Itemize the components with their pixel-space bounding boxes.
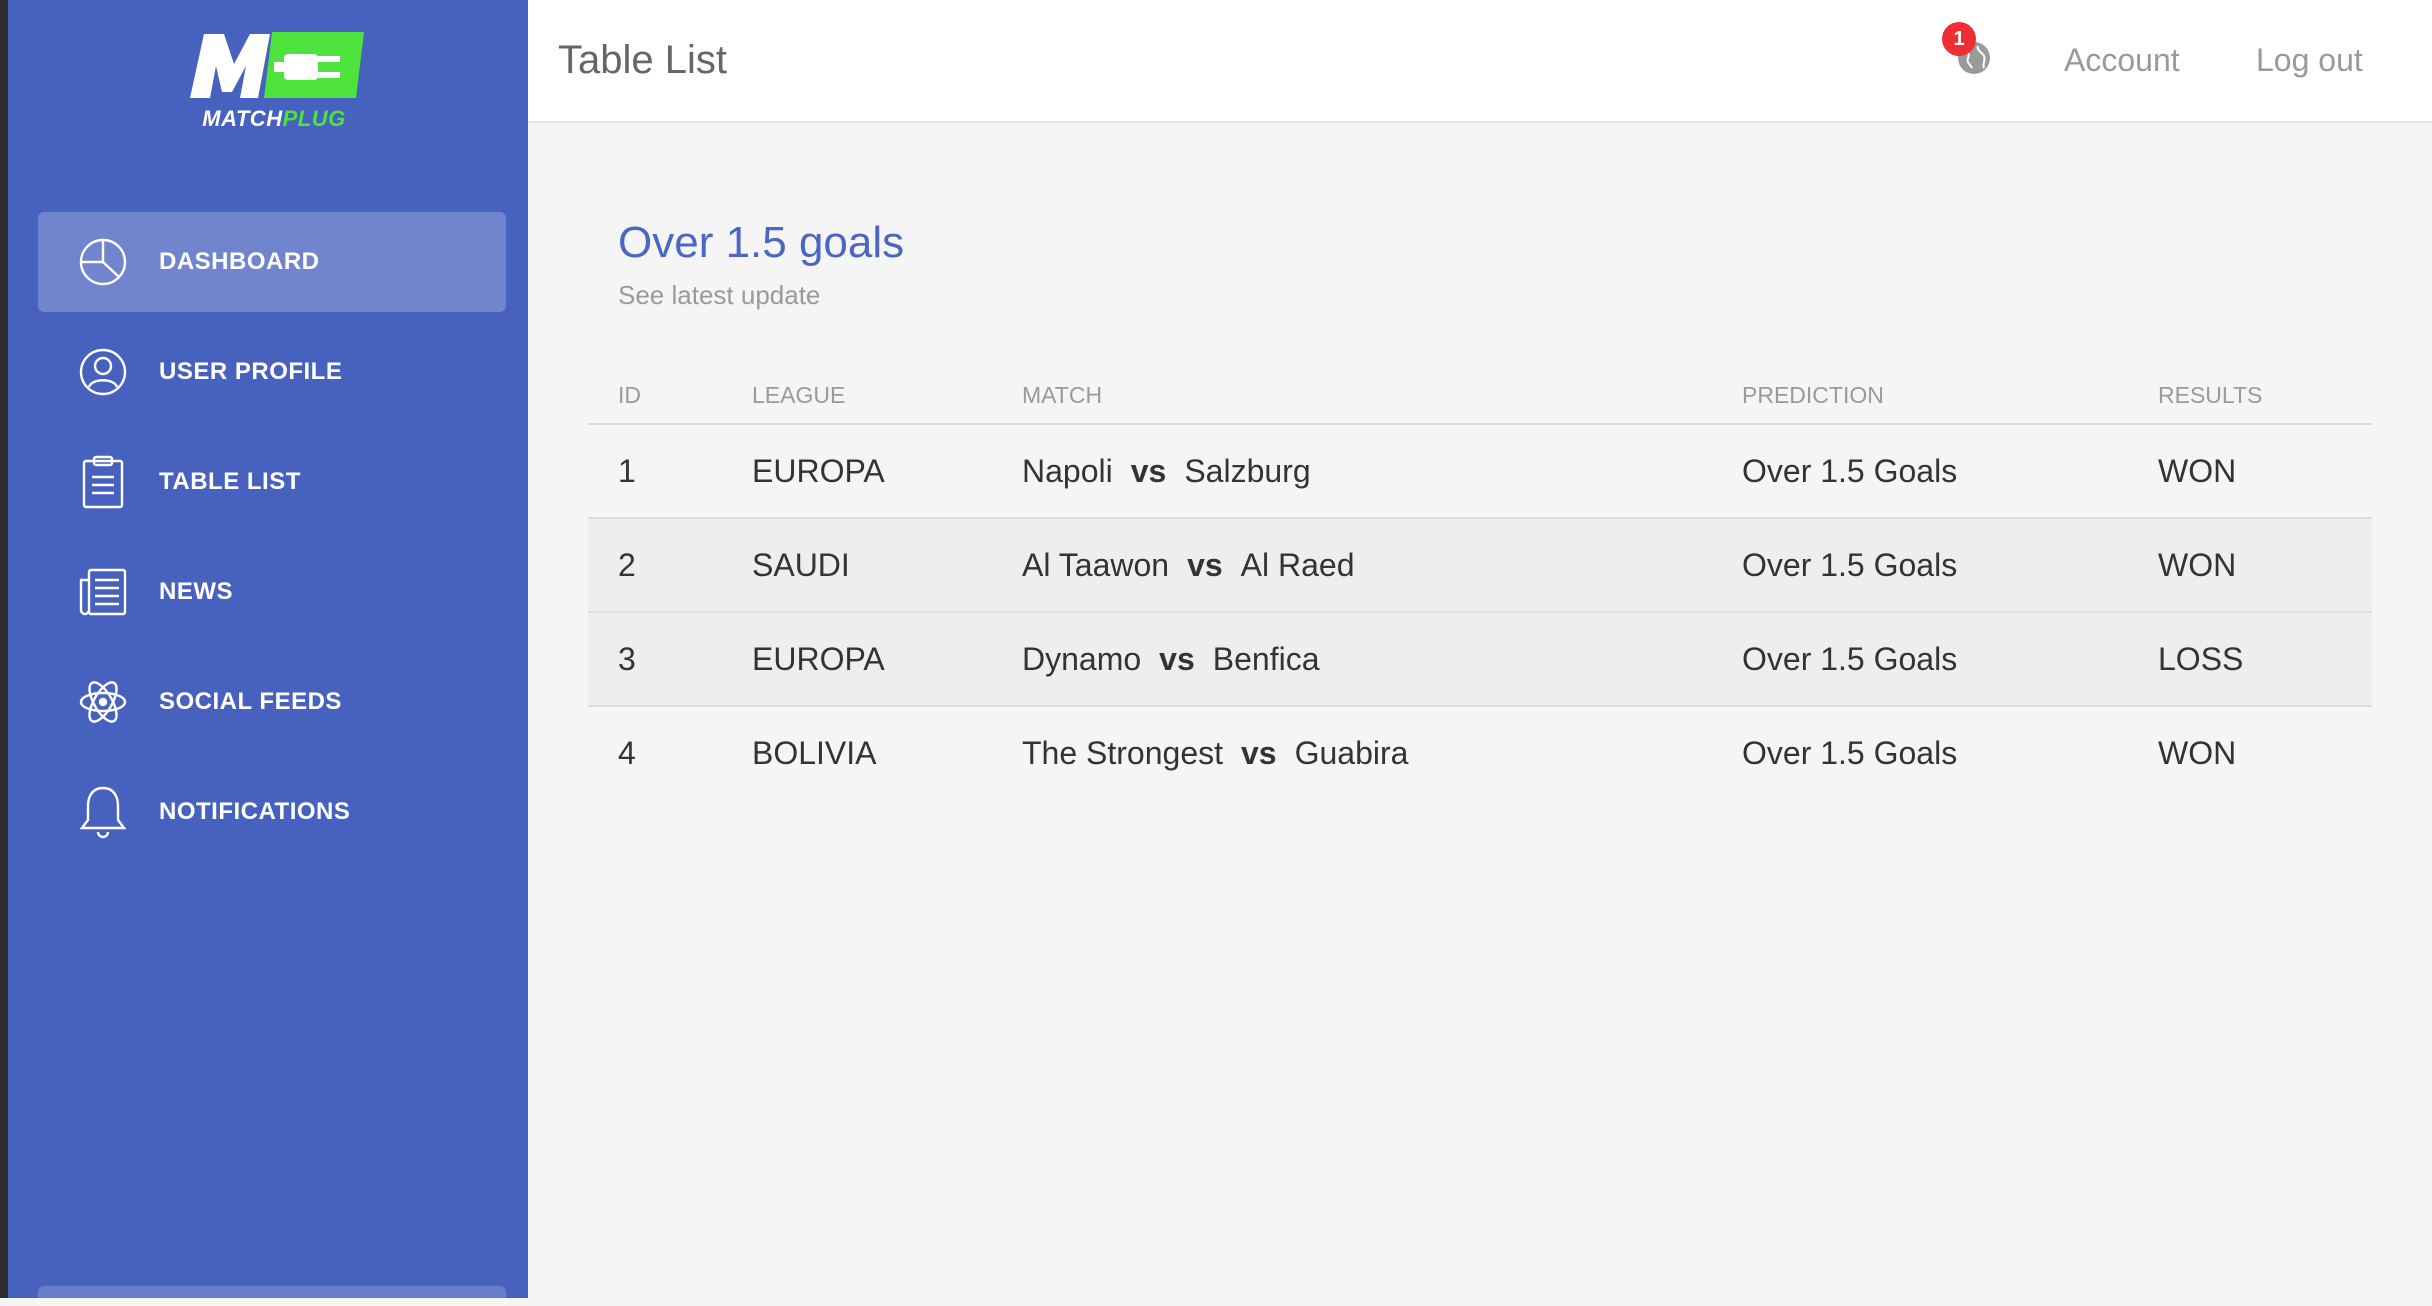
newspaper-icon — [73, 562, 133, 622]
vs-label: vs — [1241, 735, 1277, 771]
app-window: MATCHPLUG DASHBOARD USER PROFILE TABLE L… — [0, 0, 2432, 1306]
logout-link[interactable]: Log out — [2256, 42, 2363, 79]
sidebar-footer-item[interactable] — [38, 1286, 506, 1306]
notification-badge[interactable]: 1 — [1942, 22, 1976, 56]
bell-icon — [73, 782, 133, 842]
cell-league: EUROPA — [722, 424, 992, 519]
cell-match: The Strongest vs Guabira — [992, 706, 1712, 800]
cell-league: SAUDI — [722, 518, 992, 613]
table-row: 4 BOLIVIA The Strongest vs Guabira Over 1.… — [588, 706, 2372, 800]
sidebar-item-label: DASHBOARD — [159, 248, 320, 275]
top-navbar: Table List 1 Account Log out — [528, 0, 2432, 123]
sidebar-item-label: USER PROFILE — [159, 358, 343, 385]
vs-label: vs — [1159, 640, 1195, 677]
sidebar-item-table-list[interactable]: TABLE LIST — [38, 432, 506, 532]
column-header-prediction: PREDICTION — [1712, 368, 2128, 425]
vs-label: vs — [1187, 546, 1223, 583]
column-header-league: LEAGUE — [722, 368, 992, 425]
cell-prediction: Over 1.5 Goals — [1712, 518, 2128, 613]
away-team: Al Raed — [1240, 546, 1355, 583]
cell-match: Dynamo vs Benfica — [992, 612, 1712, 707]
home-team: Dynamo — [1022, 640, 1142, 677]
sidebar-item-label: TABLE LIST — [159, 468, 301, 495]
cell-id: 4 — [618, 735, 636, 771]
sidebar-nav: DASHBOARD USER PROFILE TABLE LIST NEWS S… — [38, 212, 506, 872]
sidebar-item-user-profile[interactable]: USER PROFILE — [38, 322, 506, 422]
cell-match: Napoli vs Salzburg — [992, 424, 1712, 519]
card-subtitle: See latest update — [618, 280, 821, 310]
sidebar-item-label: NOTIFICATIONS — [159, 798, 351, 825]
table-row: 3 EUROPA Dynamo vs Benfica Over 1.5 Goals … — [588, 612, 2372, 707]
cell-prediction: Over 1.5 Goals — [1742, 735, 1958, 771]
cell-result: WON — [2158, 735, 2237, 771]
brand-logo[interactable]: MATCHPLUG — [176, 28, 366, 138]
home-team: Al Taawon — [1022, 546, 1170, 583]
table-row: 1 EUROPA Napoli vs Salzburg Over 1.5 Goals… — [588, 424, 2372, 519]
brand-name-right: PLUG — [282, 106, 346, 131]
cell-match: Al Taawon vs Al Raed — [992, 518, 1712, 613]
atom-icon — [73, 672, 133, 732]
cell-id: 3 — [588, 612, 722, 707]
home-team: The Strongest — [1022, 735, 1223, 771]
table-header-row: ID LEAGUE MATCH PREDICTION RESULTS — [588, 368, 2372, 425]
sidebar-item-label: NEWS — [159, 578, 233, 605]
vs-label: vs — [1130, 452, 1167, 489]
column-header-id: ID — [588, 368, 722, 425]
page-title: Table List — [558, 38, 727, 82]
brand-name: MATCHPLUG — [184, 106, 364, 132]
column-header-results: RESULTS — [2128, 368, 2372, 425]
sidebar-item-label: SOCIAL FEEDS — [159, 688, 342, 715]
cell-result: WON — [2128, 424, 2372, 519]
predictions-table: ID LEAGUE MATCH PREDICTION RESULTS 1 EUR… — [588, 368, 2372, 800]
away-team: Guabira — [1294, 735, 1409, 771]
cell-league: BOLIVIA — [752, 735, 877, 771]
sidebar-item-social-feeds[interactable]: SOCIAL FEEDS — [38, 652, 506, 752]
cell-result: LOSS — [2128, 612, 2372, 707]
window-edge — [0, 0, 8, 1298]
away-team: Benfica — [1212, 640, 1320, 677]
cell-league: EUROPA — [722, 612, 992, 707]
table-row: 2 SAUDI Al Taawon vs Al Raed Over 1.5 Goal… — [588, 518, 2372, 613]
away-team: Salzburg — [1184, 452, 1311, 489]
home-team: Napoli — [1022, 452, 1113, 489]
logo-mark-icon — [190, 32, 364, 98]
account-link[interactable]: Account — [2064, 42, 2180, 79]
sidebar-item-news[interactable]: NEWS — [38, 542, 506, 642]
cell-result: WON — [2128, 518, 2372, 613]
cell-id: 1 — [588, 424, 722, 519]
user-icon — [73, 342, 133, 402]
brand-name-left: MATCH — [202, 106, 283, 131]
sidebar-item-notifications[interactable]: NOTIFICATIONS — [38, 762, 506, 862]
card-title: Over 1.5 goals — [618, 218, 905, 267]
cell-prediction: Over 1.5 Goals — [1712, 424, 2128, 519]
sidebar: MATCHPLUG DASHBOARD USER PROFILE TABLE L… — [8, 0, 528, 1306]
clipboard-icon — [73, 452, 133, 512]
sidebar-item-dashboard[interactable]: DASHBOARD — [38, 212, 506, 312]
column-header-match: MATCH — [992, 368, 1712, 425]
pie-chart-icon — [73, 232, 133, 292]
cell-id: 2 — [588, 518, 722, 613]
cell-prediction: Over 1.5 Goals — [1712, 612, 2128, 707]
